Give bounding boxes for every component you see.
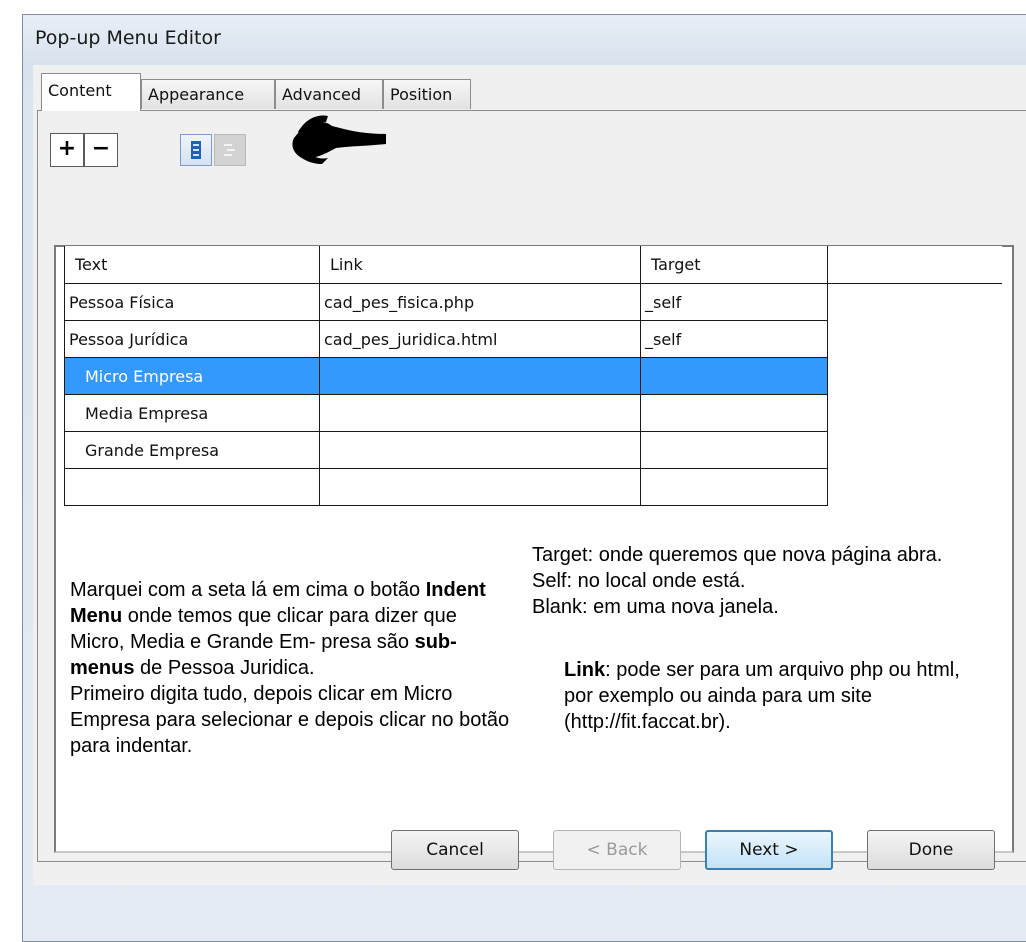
table-row[interactable]: Media Empresa xyxy=(64,394,1003,432)
outdent-menu-icon xyxy=(224,144,235,156)
cell-link[interactable]: cad_pes_fisica.php xyxy=(319,283,641,321)
note-text: Primeiro digita tudo, depois clicar em M… xyxy=(70,683,510,757)
cell-target[interactable]: _self xyxy=(640,320,828,358)
outdent-menu-button[interactable] xyxy=(214,134,246,166)
cell-text[interactable]: Grande Empresa xyxy=(64,431,320,469)
cell-target[interactable] xyxy=(640,468,828,506)
table-row-empty[interactable] xyxy=(64,468,1003,506)
tab-appearance[interactable]: Appearance xyxy=(141,79,275,109)
hand-drawn-arrow-icon xyxy=(292,115,386,164)
note-text: onde temos que clicar para dizer que Mic… xyxy=(70,605,457,653)
indent-menu-button[interactable] xyxy=(180,134,212,166)
cell-target[interactable] xyxy=(640,431,828,469)
window-title: Pop-up Menu Editor xyxy=(35,27,221,49)
cell-text[interactable]: Micro Empresa xyxy=(64,357,320,395)
cell-link[interactable] xyxy=(319,394,641,432)
cell-target[interactable] xyxy=(640,394,828,432)
remove-item-button[interactable]: − xyxy=(84,133,118,167)
table-row[interactable]: Grande Empresa xyxy=(64,431,1003,469)
link-explanation-note: Link: pode ser para um arquivo php ou ht… xyxy=(564,657,994,735)
add-item-button[interactable]: + xyxy=(50,133,84,167)
dialog-client: Content Appearance Advanced Position + − xyxy=(33,65,1026,885)
indent-menu-icon xyxy=(191,141,201,159)
note-bold-link: Link xyxy=(564,659,606,681)
table-row[interactable]: Pessoa Jurídica cad_pes_juridica.html _s… xyxy=(64,320,1003,358)
table-row[interactable]: Pessoa Física cad_pes_fisica.php _self xyxy=(64,283,1003,321)
cell-link[interactable]: cad_pes_juridica.html xyxy=(319,320,641,358)
indent-instructions-note: Marquei com a seta lá em cima o botão In… xyxy=(70,577,510,759)
cell-text[interactable]: Pessoa Jurídica xyxy=(64,320,320,358)
tab-content[interactable]: Content xyxy=(41,73,141,111)
cell-text[interactable]: Media Empresa xyxy=(64,394,320,432)
column-header-target[interactable]: Target xyxy=(640,246,828,284)
menu-items-table: Text Link Target Pessoa Física cad_pes_f… xyxy=(64,246,1002,506)
column-header-text[interactable]: Text xyxy=(64,246,320,284)
column-header-link[interactable]: Link xyxy=(319,246,641,284)
note-text: : pode ser para um arquivo php ou html, … xyxy=(564,659,960,733)
note-text: de Pessoa Juridica. xyxy=(134,657,315,679)
done-button[interactable]: Done xyxy=(867,830,995,870)
tab-position[interactable]: Position xyxy=(383,79,471,109)
note-text: Marquei com a seta lá em cima o botão xyxy=(70,579,421,601)
cell-text[interactable] xyxy=(64,468,320,506)
cell-target[interactable]: _self xyxy=(640,283,828,321)
table-row-selected[interactable]: Micro Empresa xyxy=(64,357,1003,395)
target-explanation-note: Target: onde queremos que nova página ab… xyxy=(532,542,1022,620)
cell-target[interactable] xyxy=(640,357,828,395)
table-header-row: Text Link Target xyxy=(64,246,1002,284)
cell-link[interactable] xyxy=(319,431,641,469)
cancel-button[interactable]: Cancel xyxy=(391,830,519,870)
cell-link[interactable] xyxy=(319,468,641,506)
cell-link[interactable] xyxy=(319,357,641,395)
note-line: Self: no local onde está. xyxy=(532,570,746,592)
cell-text[interactable]: Pessoa Física xyxy=(64,283,320,321)
content-tab-panel: + − Text Link Target Pessoa Física cad_p… xyxy=(37,110,1026,862)
tab-advanced[interactable]: Advanced xyxy=(275,79,383,109)
menu-items-grid: Text Link Target Pessoa Física cad_pes_f… xyxy=(54,245,1014,853)
title-bar[interactable]: Pop-up Menu Editor xyxy=(23,15,1026,65)
column-header-filler xyxy=(827,246,1002,284)
next-button[interactable]: Next > xyxy=(705,830,833,870)
note-line: Target: onde queremos que nova página ab… xyxy=(532,544,943,566)
dialog-window: Pop-up Menu Editor Content Appearance Ad… xyxy=(22,14,1026,942)
note-line: Blank: em uma nova janela. xyxy=(532,596,779,618)
back-button[interactable]: < Back xyxy=(553,830,681,870)
